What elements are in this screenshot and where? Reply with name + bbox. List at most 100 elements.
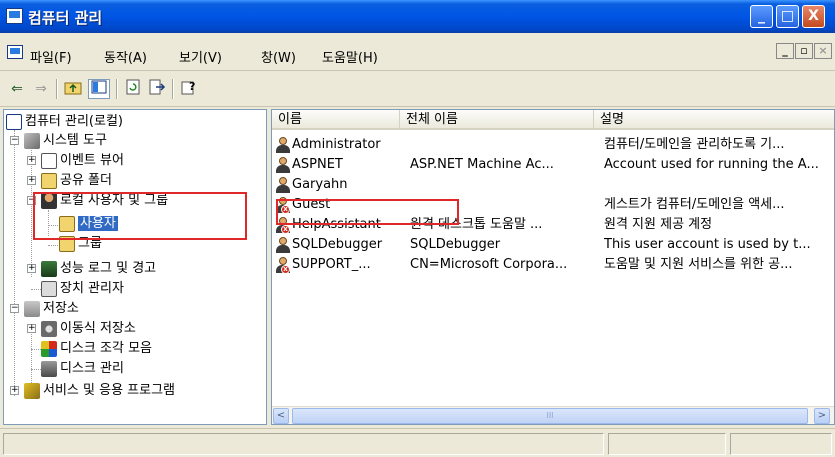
toolbar-separator bbox=[116, 79, 118, 99]
user-row[interactable]: x SUPPORT_... CN=Microsoft Corpora... 도움말 및… bbox=[272, 255, 834, 275]
tree-line bbox=[14, 130, 15, 396]
title-bar[interactable]: 컴퓨터 관리 _ □ X bbox=[0, 0, 835, 33]
tree-item-groups[interactable]: 그룹 bbox=[59, 234, 102, 254]
minimize-button[interactable]: _ bbox=[750, 5, 773, 28]
console-tree[interactable]: 컴퓨터 관리(로컬) − 시스템 도구 + 이벤트 뷰어 + 공유 폴더 − 로… bbox=[3, 109, 267, 425]
user-icon bbox=[275, 176, 291, 193]
mdi-restore-button[interactable]: ▫ bbox=[795, 43, 813, 59]
event-viewer-icon bbox=[41, 153, 57, 169]
folder-icon bbox=[59, 216, 75, 232]
menu-window[interactable]: 창(W) bbox=[261, 47, 296, 66]
expand-toggle[interactable]: + bbox=[10, 386, 19, 395]
menu-bar: 파일(F) 동작(A) 보기(V) 창(W) 도움말(H) _ ▫ × bbox=[0, 33, 835, 71]
user-description: This user account is used by t... bbox=[604, 237, 811, 252]
up-folder-icon[interactable] bbox=[62, 79, 84, 99]
tree-item-event-viewer[interactable]: 이벤트 뷰어 bbox=[41, 151, 124, 171]
tree-item-local-users-groups[interactable]: 로컬 사용자 및 그룹 bbox=[41, 191, 168, 211]
menu-help[interactable]: 도움말(H) bbox=[322, 47, 378, 66]
user-description: 게스트가 컴퓨터/도메인을 액세... bbox=[604, 197, 785, 212]
refresh-icon[interactable] bbox=[122, 79, 144, 99]
maximize-button[interactable]: □ bbox=[776, 5, 799, 28]
tree-item-shared-folders[interactable]: 공유 폴더 bbox=[41, 171, 112, 191]
tree-item-removable-storage[interactable]: 이동식 저장소 bbox=[41, 319, 136, 339]
user-name: SUPPORT_... bbox=[292, 257, 371, 272]
tree-line bbox=[48, 210, 49, 236]
toolbar-separator bbox=[172, 79, 174, 99]
expand-toggle[interactable]: + bbox=[27, 324, 36, 333]
tree-line bbox=[31, 369, 41, 370]
disabled-user-icon: x bbox=[275, 256, 291, 274]
svg-text:?: ? bbox=[189, 80, 195, 93]
defrag-icon bbox=[41, 341, 57, 357]
close-button[interactable]: X bbox=[802, 5, 825, 28]
tree-item-disk-management[interactable]: 디스크 관리 bbox=[41, 359, 124, 379]
horizontal-scrollbar[interactable]: < III > bbox=[272, 406, 834, 424]
expand-toggle[interactable]: + bbox=[27, 156, 36, 165]
window-title: 컴퓨터 관리 bbox=[28, 9, 103, 27]
scroll-thumb[interactable]: III bbox=[292, 408, 808, 424]
tree-item-performance-logs[interactable]: 성능 로그 및 경고 bbox=[41, 259, 156, 279]
device-manager-icon bbox=[41, 281, 57, 297]
user-name: ASPNET bbox=[292, 157, 343, 172]
services-icon bbox=[24, 383, 40, 399]
tree-item-device-manager[interactable]: 장치 관리자 bbox=[41, 279, 124, 299]
expand-toggle[interactable]: − bbox=[10, 304, 19, 313]
column-header-description[interactable]: 설명 bbox=[594, 110, 834, 130]
user-fullname: CN=Microsoft Corpora... bbox=[410, 257, 568, 272]
menu-action[interactable]: 동작(A) bbox=[104, 47, 147, 66]
user-list-pane[interactable]: 이름 전체 이름 설명 Administrator 컴퓨터/도메인을 관리하도록 … bbox=[271, 109, 835, 425]
user-fullname: 원격 데스크톱 도움말 ... bbox=[410, 217, 543, 232]
user-row[interactable]: Garyahn bbox=[272, 175, 834, 195]
list-header: 이름 전체 이름 설명 bbox=[272, 110, 834, 130]
scroll-left-button[interactable]: < bbox=[273, 408, 289, 424]
column-header-name[interactable]: 이름 bbox=[272, 110, 400, 130]
expand-toggle[interactable]: − bbox=[10, 136, 19, 145]
status-panel-main bbox=[3, 433, 604, 455]
user-description: 컴퓨터/도메인을 관리하도록 기... bbox=[604, 137, 785, 152]
document-icon[interactable] bbox=[7, 45, 23, 59]
toolbar-separator bbox=[56, 79, 58, 99]
back-arrow-icon[interactable]: ⇐ bbox=[6, 79, 28, 99]
scroll-right-button[interactable]: > bbox=[814, 408, 830, 424]
tree-item-disk-defragmenter[interactable]: 디스크 조각 모음 bbox=[41, 339, 152, 359]
column-header-fullname[interactable]: 전체 이름 bbox=[400, 110, 594, 130]
user-row[interactable]: Administrator 컴퓨터/도메인을 관리하도록 기... bbox=[272, 135, 834, 155]
expand-toggle[interactable]: − bbox=[27, 196, 36, 205]
user-row[interactable]: x HelpAssistant 원격 데스크톱 도움말 ... 원격 지원 제공 계정 bbox=[272, 215, 834, 235]
mdi-close-button[interactable]: × bbox=[814, 43, 832, 59]
tree-item-system-tools[interactable]: 시스템 도구 bbox=[24, 131, 107, 151]
user-row[interactable]: ASPNET ASP.NET Machine Ac... Account used … bbox=[272, 155, 834, 175]
user-name-cell: SQLDebugger bbox=[275, 235, 401, 255]
computer-management-icon bbox=[6, 8, 23, 24]
menu-file[interactable]: 파일(F) bbox=[30, 47, 72, 66]
user-icon bbox=[275, 236, 291, 253]
tree-item-storage[interactable]: 저장소 bbox=[24, 299, 79, 319]
show-tree-icon[interactable] bbox=[88, 79, 110, 99]
tree-root[interactable]: 컴퓨터 관리(로컬) bbox=[6, 112, 123, 132]
tree-line bbox=[31, 289, 41, 290]
menu-view[interactable]: 보기(V) bbox=[179, 47, 222, 66]
user-icon bbox=[275, 136, 291, 153]
user-row[interactable]: SQLDebugger SQLDebugger This user account … bbox=[272, 235, 834, 255]
user-description: 도움말 및 지원 서비스를 위한 공... bbox=[604, 257, 793, 272]
computer-management-icon bbox=[6, 114, 22, 130]
disk-management-icon bbox=[41, 361, 57, 377]
user-row[interactable]: x Guest 게스트가 컴퓨터/도메인을 액세... bbox=[272, 195, 834, 215]
user-name: Garyahn bbox=[292, 177, 348, 192]
user-description: Account used for running the A... bbox=[604, 157, 819, 172]
mdi-minimize-button[interactable]: _ bbox=[776, 43, 794, 59]
user-name-cell: Administrator bbox=[275, 135, 401, 155]
user-name-cell: x SUPPORT_... bbox=[275, 255, 401, 275]
tree-item-services-applications[interactable]: 서비스 및 응용 프로그램 bbox=[24, 381, 175, 401]
status-panel-3 bbox=[730, 433, 832, 455]
forward-arrow-icon[interactable]: ⇒ bbox=[30, 79, 52, 99]
expand-toggle[interactable]: + bbox=[27, 264, 36, 273]
user-name: Guest bbox=[292, 197, 331, 212]
expand-toggle[interactable]: + bbox=[27, 176, 36, 185]
disabled-user-icon: x bbox=[275, 196, 291, 214]
help-icon[interactable]: ? bbox=[178, 79, 200, 99]
export-list-icon[interactable] bbox=[146, 79, 168, 99]
folder-icon bbox=[59, 236, 75, 252]
tree-item-users[interactable]: 사용자 bbox=[59, 214, 119, 234]
disabled-user-icon: x bbox=[275, 216, 291, 234]
